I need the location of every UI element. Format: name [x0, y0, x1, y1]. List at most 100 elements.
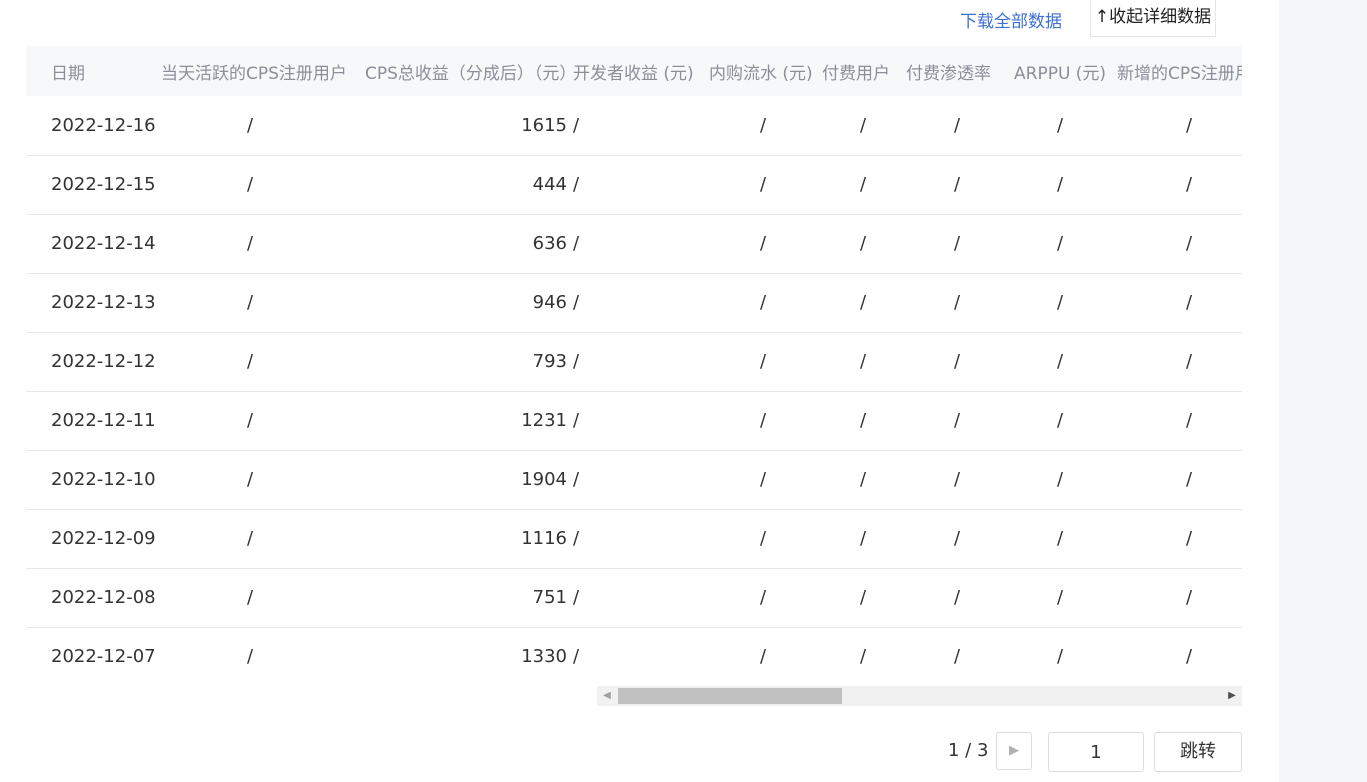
data-table: 日期 当天活跃的CPS注册用户 CPS总收益（分成后）（元） 开发者收益 (元)… — [26, 46, 1242, 686]
cell-date: 2022-12-13 — [51, 292, 156, 313]
cell-paying-users: / — [859, 292, 867, 313]
header-cps-total-revenue: CPS总收益（分成后）（元） — [365, 63, 572, 84]
cell-cps-total-revenue: 444 — [532, 174, 567, 195]
cell-active-cps-users: / — [247, 528, 254, 549]
header-iap-flow: 内购流水 (元) — [709, 63, 813, 84]
cell-active-cps-users: / — [247, 351, 254, 372]
cell-date: 2022-12-10 — [51, 469, 156, 490]
cell-developer-revenue: / — [573, 351, 580, 372]
cell-paying-rate: / — [953, 233, 961, 254]
cell-iap-flow: / — [759, 233, 767, 254]
cell-developer-revenue: / — [573, 646, 580, 667]
table-row: 2022-12-11 / 1231 / / / / / / — [26, 391, 1242, 450]
header-paying-rate: 付费渗透率 — [906, 63, 991, 84]
scroll-right-arrow-icon[interactable]: ▶ — [1222, 686, 1242, 706]
cell-active-cps-users: / — [247, 114, 254, 136]
cell-iap-flow: / — [759, 587, 767, 608]
cell-arppu: / — [1056, 351, 1064, 372]
cell-new-cps-users: / — [1186, 410, 1193, 431]
cell-iap-flow: / — [759, 646, 767, 667]
cell-new-cps-users: / — [1186, 292, 1193, 313]
data-table-container: 日期 当天活跃的CPS注册用户 CPS总收益（分成后）（元） 开发者收益 (元)… — [26, 46, 1242, 686]
cell-new-cps-users: / — [1186, 351, 1193, 372]
cell-iap-flow: / — [759, 410, 767, 431]
cell-date: 2022-12-09 — [51, 528, 156, 549]
cell-iap-flow: / — [759, 528, 767, 549]
download-all-link[interactable]: 下载全部数据 — [960, 7, 1062, 32]
cell-paying-users: / — [859, 587, 867, 608]
cell-developer-revenue: / — [573, 528, 580, 549]
cell-paying-users: / — [859, 410, 867, 431]
cell-developer-revenue: / — [573, 410, 580, 431]
cell-developer-revenue: / — [573, 174, 580, 195]
cell-date: 2022-12-07 — [51, 646, 156, 667]
horizontal-scrollbar[interactable]: ◀ ▶ — [597, 686, 1242, 706]
cell-arppu: / — [1056, 174, 1064, 195]
cell-developer-revenue: / — [573, 233, 580, 254]
header-paying-users: 付费用户 — [822, 63, 890, 84]
cell-cps-total-revenue: 946 — [532, 292, 567, 313]
cell-active-cps-users: / — [247, 587, 254, 608]
scroll-left-arrow-icon[interactable]: ◀ — [597, 686, 617, 706]
cell-active-cps-users: / — [247, 292, 254, 313]
table-header-row: 日期 当天活跃的CPS注册用户 CPS总收益（分成后）（元） 开发者收益 (元)… — [26, 46, 1242, 96]
cell-paying-rate: / — [953, 646, 961, 667]
cell-arppu: / — [1056, 114, 1064, 136]
cell-paying-rate: / — [953, 292, 961, 313]
cell-arppu: / — [1056, 469, 1064, 490]
cell-paying-rate: / — [953, 587, 961, 608]
cell-cps-total-revenue: 793 — [532, 351, 567, 372]
cell-paying-rate: / — [953, 114, 961, 136]
table-row: 2022-12-08 / 751 / / / / / / — [26, 568, 1242, 627]
scrollbar-thumb[interactable] — [618, 688, 842, 704]
arrow-up-icon: ↑ — [1094, 7, 1110, 27]
cell-active-cps-users: / — [247, 469, 254, 490]
cell-date: 2022-12-16 — [51, 114, 156, 136]
collapse-details-label: 收起详细数据 — [1109, 7, 1212, 27]
cell-new-cps-users: / — [1186, 233, 1193, 254]
cell-paying-rate: / — [953, 410, 961, 431]
right-side-panel — [1279, 0, 1367, 782]
cell-new-cps-users: / — [1186, 174, 1193, 195]
cell-arppu: / — [1056, 646, 1064, 667]
cell-cps-total-revenue: 1330 — [521, 646, 567, 667]
header-active-cps-users: 当天活跃的CPS注册用户 — [161, 63, 347, 84]
cell-new-cps-users: / — [1186, 587, 1193, 608]
cell-cps-total-revenue: 1615 — [521, 114, 567, 136]
cell-new-cps-users: / — [1186, 114, 1193, 136]
table-actions: 下载全部数据 ↑收起详细数据 — [940, 0, 1240, 38]
cell-paying-users: / — [859, 114, 867, 136]
page-indicator: 1 / 3 — [948, 740, 989, 761]
page-number-input[interactable] — [1048, 732, 1144, 772]
cell-new-cps-users: / — [1186, 528, 1193, 549]
collapse-details-button[interactable]: ↑收起详细数据 — [1090, 0, 1216, 37]
cell-paying-rate: / — [953, 528, 961, 549]
cell-date: 2022-12-14 — [51, 233, 156, 254]
jump-button[interactable]: 跳转 — [1154, 732, 1242, 772]
cell-paying-rate: / — [953, 351, 961, 372]
cell-cps-total-revenue: 636 — [532, 233, 567, 254]
next-page-button[interactable]: ▶ — [996, 732, 1032, 770]
table-row: 2022-12-13 / 946 / / / / / / — [26, 273, 1242, 332]
cell-iap-flow: / — [759, 351, 767, 372]
cell-cps-total-revenue: 1231 — [521, 410, 567, 431]
table-row: 2022-12-14 / 636 / / / / / / — [26, 214, 1242, 273]
cell-paying-users: / — [859, 351, 867, 372]
cell-arppu: / — [1056, 587, 1064, 608]
cell-new-cps-users: / — [1186, 646, 1193, 667]
cell-date: 2022-12-12 — [51, 351, 156, 372]
table-row: 2022-12-15 / 444 / / / / / / — [26, 155, 1242, 214]
cell-iap-flow: / — [759, 174, 767, 195]
cell-paying-rate: / — [953, 174, 961, 195]
cell-date: 2022-12-08 — [51, 587, 156, 608]
cell-paying-users: / — [859, 174, 867, 195]
header-developer-revenue: 开发者收益 (元) — [573, 63, 694, 84]
cell-cps-total-revenue: 751 — [532, 587, 567, 608]
table-row: 2022-12-09 / 1116 / / / / / / — [26, 509, 1242, 568]
table-row: 2022-12-10 / 1904 / / / / / / — [26, 450, 1242, 509]
table-row: 2022-12-16 / 1615 / / / / / / — [26, 96, 1242, 155]
cell-developer-revenue: / — [573, 292, 580, 313]
cell-arppu: / — [1056, 292, 1064, 313]
table-row: 2022-12-07 / 1330 / / / / / / — [26, 627, 1242, 686]
cell-active-cps-users: / — [247, 174, 254, 195]
